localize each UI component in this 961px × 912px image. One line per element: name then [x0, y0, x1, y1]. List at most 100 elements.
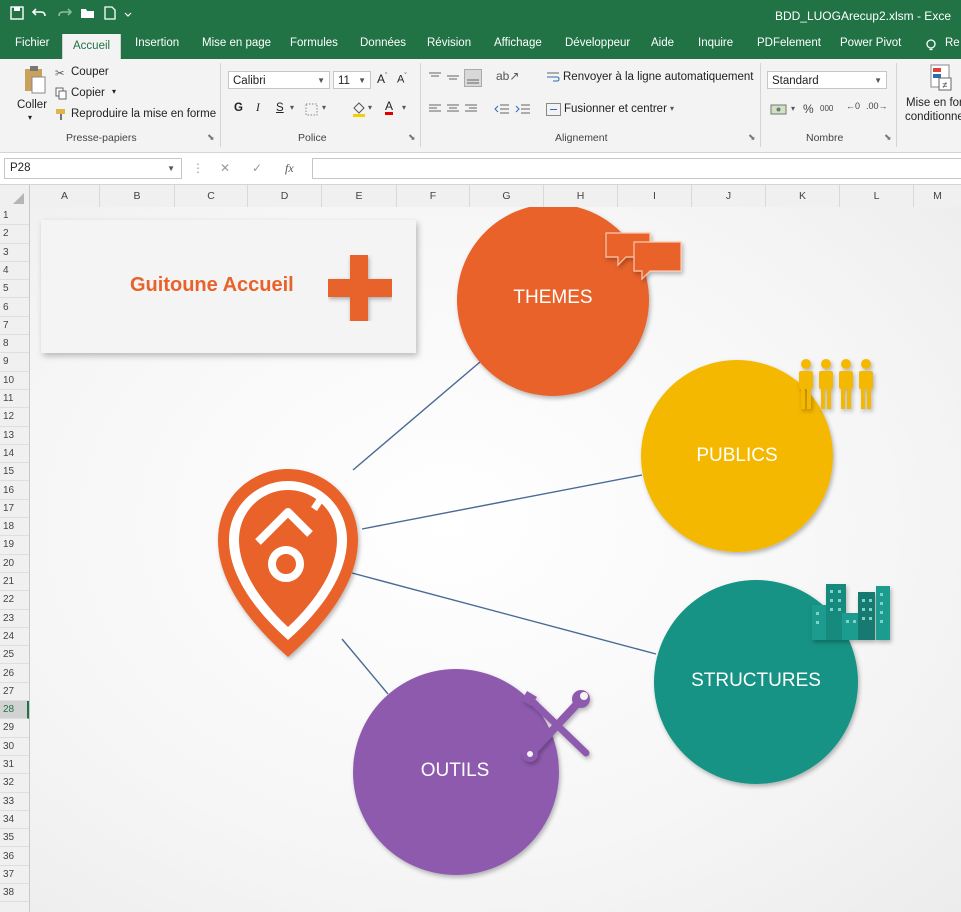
copy-dropdown-icon[interactable]: ▾ [112, 87, 116, 96]
decrease-indent-icon[interactable] [494, 102, 510, 116]
column-header-d[interactable]: D [248, 185, 322, 207]
tab-overflow[interactable]: Re [945, 37, 960, 49]
row-header-36[interactable]: 36 [0, 848, 29, 866]
column-header-m[interactable]: M [914, 185, 961, 207]
number-launcher-icon[interactable]: ⬊ [884, 132, 892, 143]
clipboard-launcher-icon[interactable]: ⬊ [207, 132, 215, 143]
tab-mise-en-page[interactable]: Mise en page [202, 37, 271, 49]
row-header-10[interactable]: 10 [0, 372, 29, 390]
increase-decimal-icon[interactable]: ←0 [846, 101, 860, 111]
row-header-32[interactable]: 32 [0, 774, 29, 793]
connector-line-outils[interactable] [341, 638, 389, 695]
bold-button[interactable]: G [234, 102, 243, 114]
row-header-2[interactable]: 2 [0, 225, 29, 244]
merge-dropdown-icon[interactable]: ▾ [670, 104, 674, 113]
row-header-38[interactable]: 38 [0, 884, 29, 903]
font-color-dropdown-icon[interactable]: ▾ [402, 103, 406, 112]
borders-dropdown-icon[interactable]: ▾ [322, 103, 326, 112]
align-bottom-icon[interactable] [464, 69, 482, 87]
row-header-37[interactable]: 37 [0, 866, 29, 885]
tab-fichier[interactable]: Fichier [15, 37, 50, 49]
decrease-font-size-icon[interactable]: Aˇ [397, 73, 407, 86]
select-all-corner[interactable] [0, 185, 30, 207]
name-box[interactable]: P28 ▼ [4, 158, 182, 179]
tab-aide[interactable]: Aide [651, 37, 674, 49]
connector-line-publics[interactable] [361, 474, 643, 530]
wrap-text-button[interactable]: Renvoyer à la ligne automatiquement [563, 71, 754, 83]
column-header-j[interactable]: J [692, 185, 766, 207]
row-header-15[interactable]: 15 [0, 463, 29, 482]
open-folder-icon[interactable] [80, 6, 96, 20]
redo-icon[interactable] [56, 6, 72, 20]
row-header-16[interactable]: 16 [0, 482, 29, 500]
tab-developpeur[interactable]: Développeur [565, 37, 630, 49]
tab-revision[interactable]: Révision [427, 37, 471, 49]
tab-power-pivot[interactable]: Power Pivot [840, 37, 901, 49]
tab-accueil[interactable]: Accueil [62, 34, 122, 59]
row-header-27[interactable]: 27 [0, 683, 29, 702]
column-header-a[interactable]: A [30, 185, 100, 207]
increase-indent-icon[interactable] [515, 102, 531, 116]
font-color-icon[interactable]: A [385, 100, 394, 115]
paste-dropdown-icon[interactable]: ▾ [28, 113, 32, 122]
save-icon[interactable] [10, 6, 24, 20]
row-header-20[interactable]: 20 [0, 555, 29, 573]
new-document-icon[interactable] [104, 6, 116, 20]
tab-affichage[interactable]: Affichage [494, 37, 542, 49]
row-header-25[interactable]: 25 [0, 646, 29, 665]
column-header-l[interactable]: L [840, 185, 914, 207]
row-header-26[interactable]: 26 [0, 665, 29, 683]
row-header-18[interactable]: 18 [0, 518, 29, 537]
location-pin-logo-icon[interactable] [218, 469, 358, 657]
column-header-f[interactable]: F [397, 185, 470, 207]
decrease-decimal-icon[interactable]: .00→ [866, 101, 888, 111]
row-header-9[interactable]: 9 [0, 353, 29, 372]
column-header-g[interactable]: G [470, 185, 544, 207]
undo-icon[interactable] [32, 6, 48, 20]
row-header-5[interactable]: 5 [0, 280, 29, 299]
copy-button[interactable]: Copier [71, 87, 105, 99]
percent-style-icon[interactable]: % [803, 102, 814, 116]
tab-formules[interactable]: Formules [290, 37, 338, 49]
customize-qat-icon[interactable] [124, 6, 132, 20]
row-header-1[interactable]: 1 [0, 207, 29, 226]
currency-dropdown-icon[interactable]: ▾ [791, 104, 795, 113]
align-left-icon[interactable] [428, 103, 442, 115]
align-middle-icon[interactable] [446, 71, 460, 83]
tab-inquire[interactable]: Inquire [698, 37, 733, 49]
column-header-b[interactable]: B [100, 185, 175, 207]
row-header-12[interactable]: 12 [0, 408, 29, 427]
row-header-29[interactable]: 29 [0, 719, 29, 738]
row-header-35[interactable]: 35 [0, 829, 29, 848]
formula-input[interactable] [312, 158, 961, 179]
fill-color-bucket-icon[interactable] [352, 101, 366, 117]
align-right-icon[interactable] [464, 103, 478, 115]
row-header-28[interactable]: 28 [0, 701, 29, 720]
row-header-6[interactable]: 6 [0, 299, 29, 317]
tab-pdfelement[interactable]: PDFelement [757, 37, 821, 49]
row-header-7[interactable]: 7 [0, 317, 29, 336]
merge-center-button[interactable]: Fusionner et centrer [564, 103, 667, 115]
alignment-launcher-icon[interactable]: ⬊ [748, 132, 756, 143]
format-painter-button[interactable]: Reproduire la mise en forme [71, 108, 216, 120]
row-header-24[interactable]: 24 [0, 628, 29, 647]
font-launcher-icon[interactable]: ⬊ [408, 132, 416, 143]
number-format-select[interactable]: Standard ▼ [767, 71, 887, 89]
column-header-k[interactable]: K [766, 185, 840, 207]
cancel-icon[interactable]: ✕ [220, 161, 230, 175]
row-header-23[interactable]: 23 [0, 610, 29, 628]
row-header-11[interactable]: 11 [0, 390, 29, 409]
column-header-c[interactable]: C [175, 185, 248, 207]
row-header-33[interactable]: 33 [0, 793, 29, 811]
increase-font-size-icon[interactable]: Aˆ [377, 72, 387, 86]
conditional-format-label-2[interactable]: conditionne [905, 111, 961, 123]
column-header-h[interactable]: H [544, 185, 618, 207]
currency-format-icon[interactable] [770, 103, 788, 116]
paste-clipboard-icon[interactable] [23, 65, 47, 95]
font-size-select[interactable]: 11 ▼ [333, 71, 371, 89]
thousands-separator-icon[interactable]: 000 [820, 104, 833, 113]
cut-button[interactable]: Couper [71, 66, 109, 78]
row-header-21[interactable]: 21 [0, 573, 29, 592]
row-header-17[interactable]: 17 [0, 500, 29, 519]
orientation-icon[interactable]: ab↗ [496, 69, 519, 83]
